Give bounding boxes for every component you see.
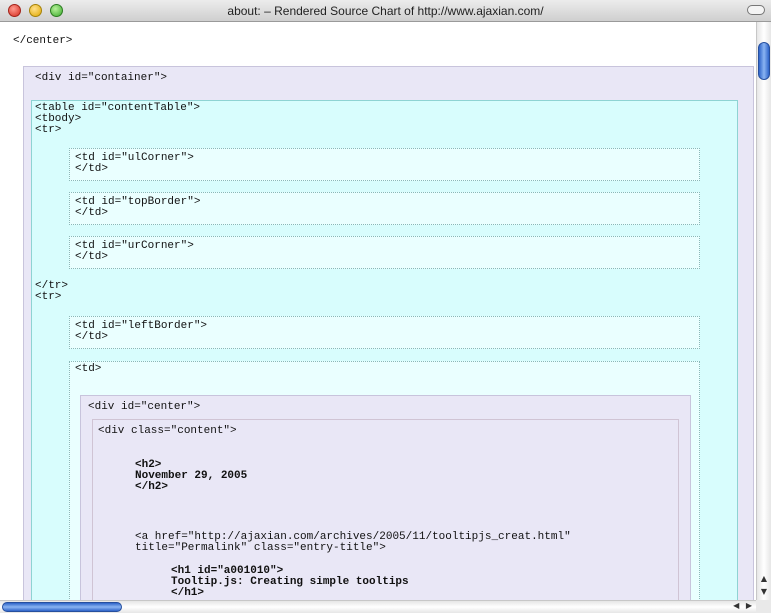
toolbar-toggle-button[interactable] — [747, 5, 765, 15]
source-line-td-open: <td> — [75, 363, 102, 375]
vertical-scroll-thumb[interactable] — [758, 42, 770, 80]
source-line-h1-text: Tooltip.js: Creating simple tooltips — [171, 576, 409, 588]
horizontal-scrollbar[interactable]: ◀ ▶ — [0, 600, 756, 613]
horizontal-scroll-thumb[interactable] — [2, 602, 122, 612]
resize-grip-icon[interactable] — [756, 600, 771, 613]
source-line-td-leftborder-close: </td> — [75, 331, 109, 343]
source-line-anchor-title: title="Permalink" class="entry-title"> — [135, 542, 386, 554]
source-line-td-topborder-close: </td> — [75, 207, 109, 219]
source-line-center-open: <div id="center"> — [88, 401, 201, 413]
window-title: about: – Rendered Source Chart of http:/… — [227, 4, 544, 18]
horizontal-scroll-arrows-icon[interactable]: ◀ ▶ — [733, 601, 754, 610]
scroll-up-arrow-icon[interactable]: ▲ — [757, 572, 771, 585]
source-line-h1-close: </h1> — [171, 587, 205, 599]
window-titlebar: about: – Rendered Source Chart of http:/… — [0, 0, 771, 22]
rendered-source-view: </center> <div id="container"> <table id… — [0, 22, 756, 600]
source-line-tr-open-2: <tr> — [35, 291, 62, 303]
source-line-h2-close: </h2> — [135, 481, 169, 493]
source-line-td-ulcorner-close: </td> — [75, 163, 109, 175]
source-line-content-open: <div class="content"> — [98, 425, 237, 437]
source-line-center-close: </center> — [13, 35, 73, 47]
vertical-scroll-arrows[interactable]: ▲ ▼ — [757, 572, 771, 600]
source-line-container-open: <div id="container"> — [35, 72, 168, 84]
source-line-td-urcorner-close: </td> — [75, 251, 109, 263]
vertical-scrollbar[interactable]: ▲ ▼ — [756, 22, 771, 600]
scroll-down-arrow-icon[interactable]: ▼ — [757, 585, 771, 598]
source-line-tr-open: <tr> — [35, 124, 62, 136]
